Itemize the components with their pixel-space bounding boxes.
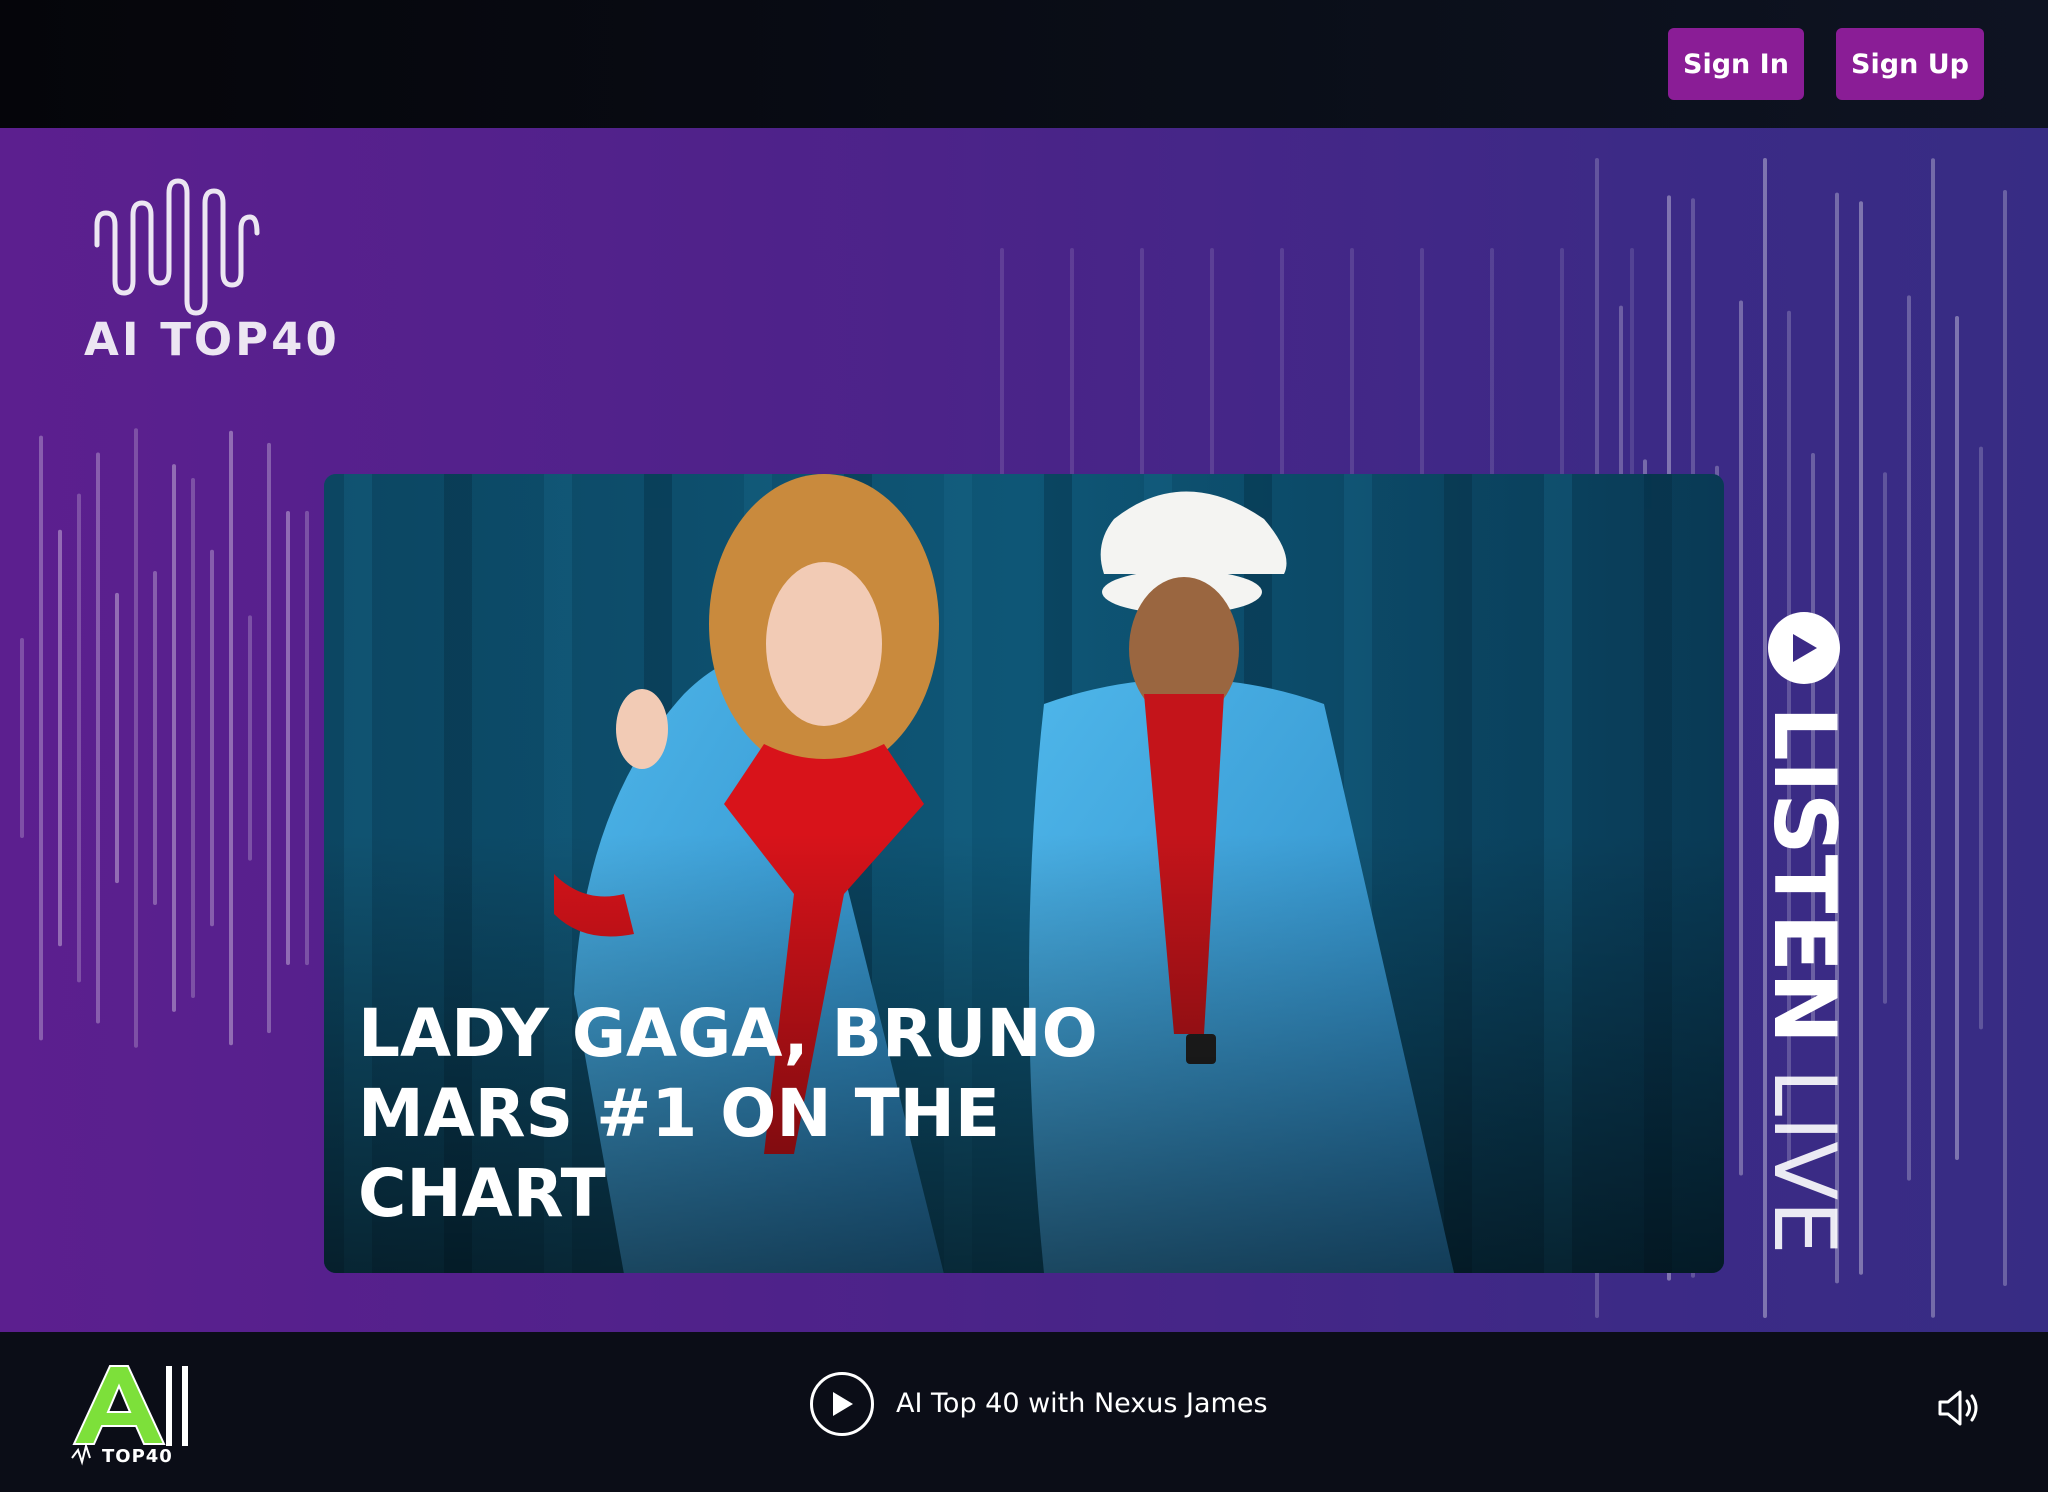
volume-button[interactable] [1936,1386,1984,1430]
featured-story-card[interactable]: LADY GAGA, BRUNO MARS #1 ON THE CHART [324,474,1724,1273]
player-logo-text: TOP40 [102,1446,173,1467]
audio-player-bar: TOP40 AI Top 40 with Nexus James [0,1332,2048,1492]
top-nav-bar: Sign In Sign Up [0,0,2048,128]
sign-up-button[interactable]: Sign Up [1836,28,1984,100]
soundwave-icon [94,178,260,316]
play-icon [833,1392,853,1416]
listen-live-button[interactable]: LISTENLIVE [1754,612,1854,1332]
player-logo[interactable]: TOP40 [70,1358,194,1470]
logo-wordmark: AI TOP40 [84,313,340,366]
sign-in-button[interactable]: Sign In [1668,28,1804,100]
hero-section: AI TOP40 LADY GAGA, BRUNO MARS #1 ON THE… [0,128,2048,1332]
brand-logo[interactable]: AI TOP40 [84,173,364,373]
featured-headline[interactable]: LADY GAGA, BRUNO MARS #1 ON THE CHART [358,994,1118,1234]
volume-icon [1938,1390,1978,1426]
now-playing-title: AI Top 40 with Nexus James [896,1388,1268,1419]
play-button[interactable] [810,1372,874,1436]
play-circle-icon [1768,612,1840,684]
listen-live-label: LISTENLIVE [1754,706,1854,1255]
